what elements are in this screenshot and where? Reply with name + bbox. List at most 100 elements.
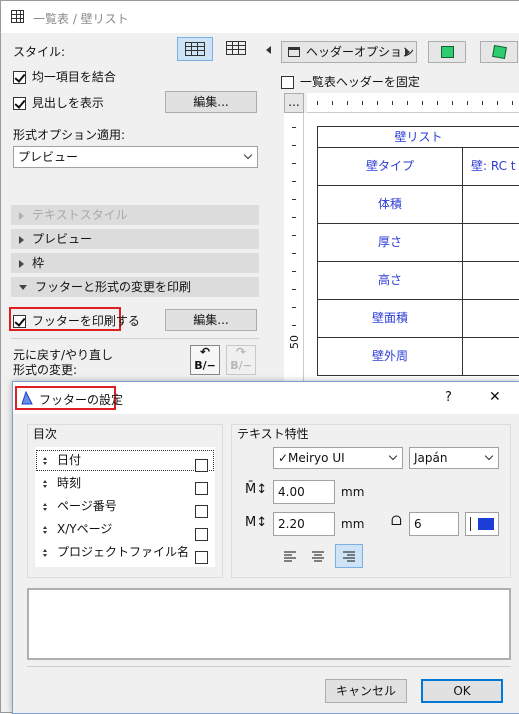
edit-button[interactable]: 編集... [165, 91, 257, 113]
redo-arrow-icon: ↷ [235, 345, 247, 359]
panel-splitter[interactable] [263, 33, 275, 383]
ok-button[interactable]: OK [421, 679, 503, 703]
pen-color-swatch[interactable] [465, 512, 499, 536]
list-item[interactable]: 時刻 [35, 472, 213, 495]
ellipsis-button[interactable]: ... [284, 93, 304, 113]
toc-list: 日付 時刻 ページ番号 X/Yページ プロジェクトファイル名 [35, 447, 215, 567]
schedule-grid-icon [11, 10, 24, 23]
list-item[interactable]: 日付 [35, 449, 214, 472]
section-text-style[interactable]: テキストスタイル [11, 205, 259, 225]
collapse-left-icon[interactable] [266, 46, 271, 54]
section-print-footer[interactable]: フッターと形式の変更を印刷 [11, 277, 259, 297]
item-checkbox[interactable] [195, 459, 208, 472]
fix-header-label: 一覧表ヘッダーを固定 [299, 75, 420, 89]
table-cell [462, 261, 519, 300]
divider [27, 666, 511, 667]
redo-btn-text: B/− [230, 359, 252, 372]
header-icon [288, 47, 300, 57]
format-options-label: 形式オプション適用: [13, 128, 126, 142]
table-row-header: 高さ [317, 261, 463, 300]
print-footer-label: フッターを印刷する [31, 314, 140, 328]
schedule-window: 一覧表 / 壁リスト スタイル: 均一項目を結合 見出しを表示 編集... 形式… [0, 0, 519, 714]
format-options-dropdown[interactable]: プレビュー [13, 146, 258, 168]
section-border-label: 枠 [32, 256, 45, 270]
swatch-divider [470, 517, 471, 531]
item-label: プロジェクトファイル名 [57, 545, 190, 559]
text-size-icon: M̄↕ [245, 482, 268, 497]
item-label: ページ番号 [57, 499, 117, 513]
toc-label: 目次 [33, 427, 58, 441]
list-item[interactable]: X/Yページ [35, 518, 213, 541]
font-dropdown[interactable]: ✓Meiryo UI [273, 447, 403, 469]
list-item[interactable]: プロジェクトファイル名 [35, 541, 213, 564]
help-button[interactable]: ? [445, 390, 452, 405]
window-title-bar: 一覧表 / 壁リスト [1, 1, 519, 33]
table-title: 壁リスト [317, 126, 519, 148]
list-item[interactable]: ページ番号 [35, 495, 213, 518]
close-icon[interactable]: ✕ [489, 389, 501, 405]
section-print-footer-label: フッターと形式の変更を印刷 [35, 280, 192, 294]
header-options-button[interactable]: ヘッダーオプション [281, 41, 417, 63]
window-title: 一覧表 / 壁リスト [33, 12, 129, 26]
print-footer-checkbox-row[interactable]: フッターを印刷する [13, 312, 140, 329]
undo-format-button[interactable]: ↶ B/− [190, 345, 220, 375]
green-cell-icon [441, 46, 454, 58]
align-right-button-active[interactable] [335, 544, 363, 568]
item-checkbox[interactable] [195, 551, 208, 564]
horizontal-ruler [307, 93, 519, 113]
style-grid-button-active[interactable] [177, 37, 213, 61]
edit-footer-button[interactable]: 編集... [165, 309, 257, 331]
line-spacing-input[interactable]: 2.20 [273, 512, 335, 536]
fix-header-checkbox[interactable] [281, 76, 294, 89]
section-preview[interactable]: プレビュー [11, 229, 259, 249]
show-header-checkbox-row[interactable]: 見出しを表示 [13, 94, 104, 111]
style-label: スタイル: [13, 45, 66, 59]
fix-header-checkbox-row[interactable]: 一覧表ヘッダーを固定 [281, 73, 420, 90]
updown-icon [43, 480, 48, 488]
table-cell [462, 223, 519, 262]
table-row-header: 厚さ [317, 223, 463, 262]
align-center-button[interactable] [307, 545, 329, 567]
pen-icon: ᗝ [391, 514, 402, 529]
chevron-down-icon [243, 150, 253, 160]
show-header-checkbox[interactable] [13, 97, 26, 110]
vertical-ruler: 50 [284, 113, 304, 383]
table-row-header: 体積 [317, 185, 463, 224]
style-grid-button[interactable] [219, 37, 255, 61]
format-panel: スタイル: 均一項目を結合 見出しを表示 編集... 形式オプション適用: プレ… [1, 33, 263, 383]
updown-icon [43, 457, 48, 465]
updown-icon [43, 503, 48, 511]
footer-text-area[interactable] [27, 588, 511, 660]
updown-icon [43, 526, 48, 534]
item-checkbox[interactable] [195, 482, 208, 495]
language-dropdown[interactable]: Japán [409, 447, 499, 469]
merge-checkbox-row[interactable]: 均一項目を結合 [13, 68, 116, 85]
text-size-input[interactable]: 4.00 [273, 480, 335, 504]
triangle-down-icon [19, 285, 27, 290]
pen-number-input[interactable]: 6 [409, 512, 459, 536]
line-spacing-unit: mm [341, 517, 365, 531]
print-footer-checkbox[interactable] [13, 315, 26, 328]
align-left-button[interactable] [279, 545, 301, 567]
item-checkbox[interactable] [195, 505, 208, 518]
item-checkbox[interactable] [195, 528, 208, 541]
section-text-style-label: テキストスタイル [32, 208, 128, 222]
format-options-value: プレビュー [18, 150, 79, 164]
table-row-header: 壁タイプ [317, 147, 463, 186]
section-border[interactable]: 枠 [11, 253, 259, 273]
redo-format-button[interactable]: ↷ B/− [226, 345, 256, 375]
wall-list-table: 壁リスト 壁タイプ 壁: RC t 体積 厚さ 高さ 壁面積 壁外周 [317, 126, 519, 383]
select-range-button[interactable] [480, 41, 518, 63]
chevron-down-icon [388, 451, 398, 461]
select-cells-button[interactable] [428, 41, 466, 63]
undo-btn-text: B/− [194, 359, 216, 372]
ruler-number: 50 [288, 335, 301, 349]
cancel-button[interactable]: キャンセル [325, 679, 407, 703]
merge-label: 均一項目を結合 [31, 70, 116, 84]
undo-arrow-icon: ↶ [199, 345, 211, 359]
table-cell-wall-type: 壁: RC t [462, 147, 519, 186]
text-size-unit: mm [341, 485, 365, 499]
green-range-icon [492, 44, 507, 60]
grid-icon [226, 41, 246, 55]
merge-checkbox[interactable] [13, 71, 26, 84]
